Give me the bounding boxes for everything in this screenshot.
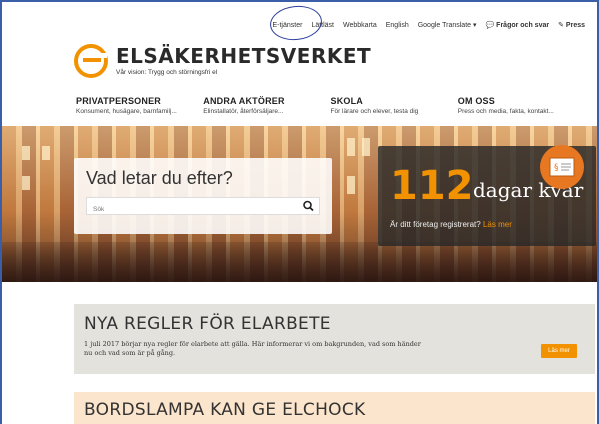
building-window (347, 176, 355, 194)
countdown-number: 112 (390, 163, 474, 209)
site-logo[interactable]: ELSÄKERHETSVERKET Vår vision: Trygg och … (74, 44, 371, 78)
nav-item-om-oss[interactable]: OM OSS Press och media, fakta, kontakt..… (458, 96, 585, 115)
nav-item-privatpersoner[interactable]: PRIVATPERSONER Konsument, husägare, barn… (76, 96, 203, 115)
nav-subtitle: För lärare och elever, testa dig (330, 108, 419, 115)
nav-subtitle: Elinstallatör, återförsäljare... (203, 108, 284, 115)
registration-question: Är ditt företag registrerat? (390, 220, 481, 229)
svg-text:§: § (554, 163, 559, 173)
logo-wordmark: ELSÄKERHETSVERKET (116, 44, 372, 68)
google-translate-select[interactable]: Google Translate ▾ (418, 21, 477, 29)
elsakerhetsverket-logo-icon (74, 44, 108, 78)
news-title[interactable]: NYA REGLER FÖR ELARBETE (84, 314, 585, 334)
nav-title: PRIVATPERSONER (76, 96, 161, 106)
main-navigation: PRIVATPERSONER Konsument, husägare, barn… (76, 96, 585, 115)
nav-item-andra-aktorer[interactable]: ANDRA AKTÖRER Elinstallatör, återförsälj… (203, 96, 330, 115)
nav-item-skola[interactable]: SKOLA För lärare och elever, testa dig (331, 96, 458, 115)
news-text: 1 juli 2017 börjar nya regler för elarbe… (84, 340, 421, 357)
building-window (347, 138, 355, 156)
search-field (86, 197, 320, 218)
building-window (362, 138, 370, 156)
logo-vision: Vår vision: Trygg och störningsfri el (116, 69, 218, 76)
building-window (22, 146, 30, 160)
read-more-link[interactable]: Läs mer (483, 220, 512, 229)
read-more-button[interactable]: Läs mer (541, 344, 577, 358)
chat-icon: 💬 (485, 22, 495, 29)
nav-title: SKOLA (330, 96, 363, 106)
english-link[interactable]: English (386, 22, 409, 29)
sitemap-link[interactable]: Webbkarta (343, 22, 377, 29)
search-input[interactable] (87, 201, 287, 218)
faq-link[interactable]: 💬 Frågor och svar (486, 21, 550, 29)
register-badge[interactable]: § (540, 145, 584, 189)
news-card[interactable]: NYA REGLER FÖR ELARBETE 1 juli 2017 börj… (74, 304, 595, 374)
search-panel: Vad letar du efter? (74, 158, 332, 234)
search-icon[interactable] (302, 200, 316, 212)
countdown-question: Är ditt företag registrerat? Läs mer (390, 220, 512, 229)
building-window (22, 176, 30, 190)
street-shadow (2, 242, 597, 282)
nav-title: OM OSS (457, 96, 495, 106)
nav-subtitle: Konsument, husägare, barnfamilj... (76, 108, 177, 115)
building-window (42, 146, 50, 160)
news-card[interactable]: BORDSLAMPA KAN GE ELCHOCK (74, 392, 595, 424)
hero-banner: Vad letar du efter? 112 dagar kvar Är di… (2, 126, 597, 282)
nav-title: ANDRA AKTÖRER (203, 96, 285, 106)
pencil-icon: ✎ (558, 22, 564, 29)
press-link[interactable]: ✎ Press (558, 21, 585, 29)
press-label: Press (565, 22, 585, 29)
nav-subtitle: Press och media, fakta, kontakt... (457, 108, 554, 115)
news-title[interactable]: BORDSLAMPA KAN GE ELCHOCK (84, 400, 585, 420)
faq-label: Frågor och svar (496, 22, 550, 29)
certificate-icon: § (549, 157, 575, 177)
search-heading: Vad letar du efter? (86, 168, 233, 188)
hand-drawn-circle-annotation (268, 3, 324, 43)
